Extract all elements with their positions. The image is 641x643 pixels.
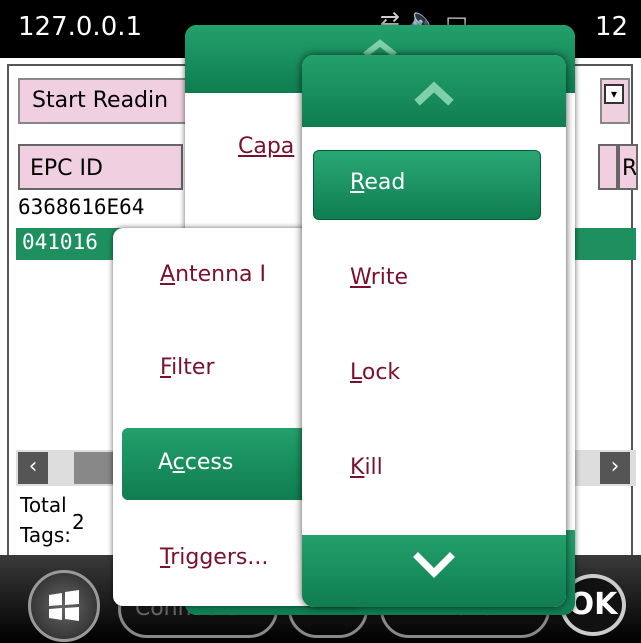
chevron-down-icon[interactable]: ▾ (604, 84, 624, 104)
clock: 12 (595, 12, 629, 42)
menu-item-access[interactable]: Access (158, 450, 233, 475)
chevron-up-icon (414, 81, 454, 106)
scroll-thumb[interactable] (74, 452, 114, 484)
window-title: 127.0.0.1 (18, 12, 143, 42)
windows-start-button[interactable] (28, 570, 100, 642)
menu-item-capabilities[interactable]: Capa (238, 134, 294, 159)
start-reading-dropdown[interactable]: Start Readin (18, 78, 198, 124)
menu-item-read[interactable]: Read (350, 170, 405, 195)
menu-item-antenna[interactable]: Antenna I (160, 262, 266, 287)
column-header-blank[interactable] (598, 144, 618, 190)
total-tags-label: Total Tags: (20, 493, 72, 547)
menu-item-read-highlight[interactable] (313, 150, 541, 220)
total-tags-value: 2 (72, 510, 85, 534)
chevron-down-icon (413, 552, 455, 578)
menu-item-lock[interactable]: Lock (350, 360, 400, 385)
scroll-left-icon[interactable]: ‹ (18, 452, 48, 484)
column-header-epc[interactable]: EPC ID (18, 144, 183, 190)
menu-item-filter[interactable]: Filter (160, 355, 215, 380)
menu-item-kill[interactable]: Kill (350, 455, 383, 480)
menu-item-write[interactable]: Write (350, 265, 408, 290)
scroll-right-icon[interactable]: › (600, 452, 630, 484)
access-submenu-scroll-up[interactable] (302, 55, 566, 127)
table-row[interactable]: 6368616E64 (18, 195, 144, 219)
column-header-r[interactable]: R (618, 144, 638, 190)
windows-logo-icon (49, 590, 79, 621)
menu-item-triggers[interactable]: Triggers... (160, 545, 268, 570)
access-submenu (302, 55, 566, 607)
access-submenu-scroll-down[interactable] (302, 535, 566, 607)
